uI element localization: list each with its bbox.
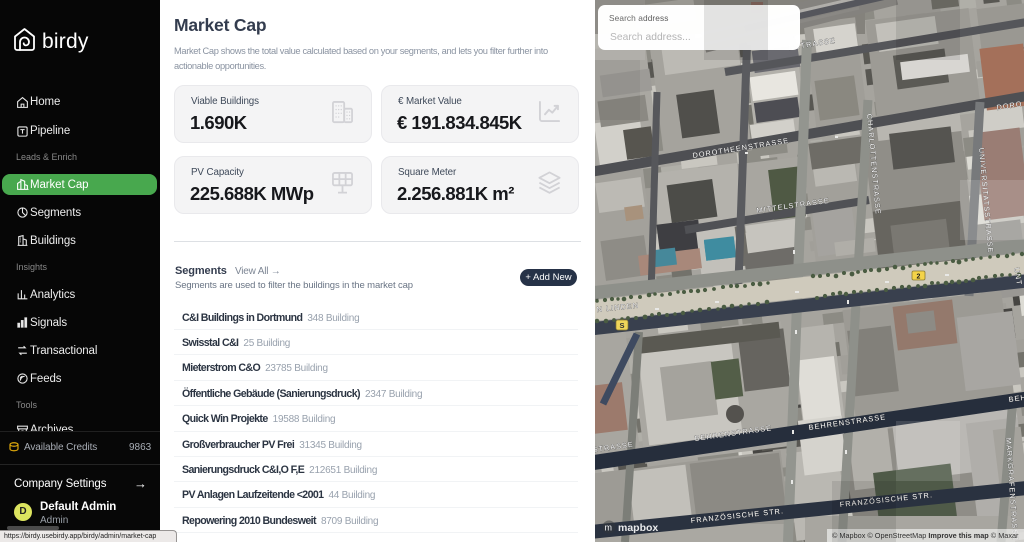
svg-text:mapbox: mapbox — [618, 522, 658, 534]
svg-text:S: S — [620, 321, 625, 330]
svg-text:m: m — [605, 523, 613, 533]
svg-text:2: 2 — [917, 274, 921, 281]
